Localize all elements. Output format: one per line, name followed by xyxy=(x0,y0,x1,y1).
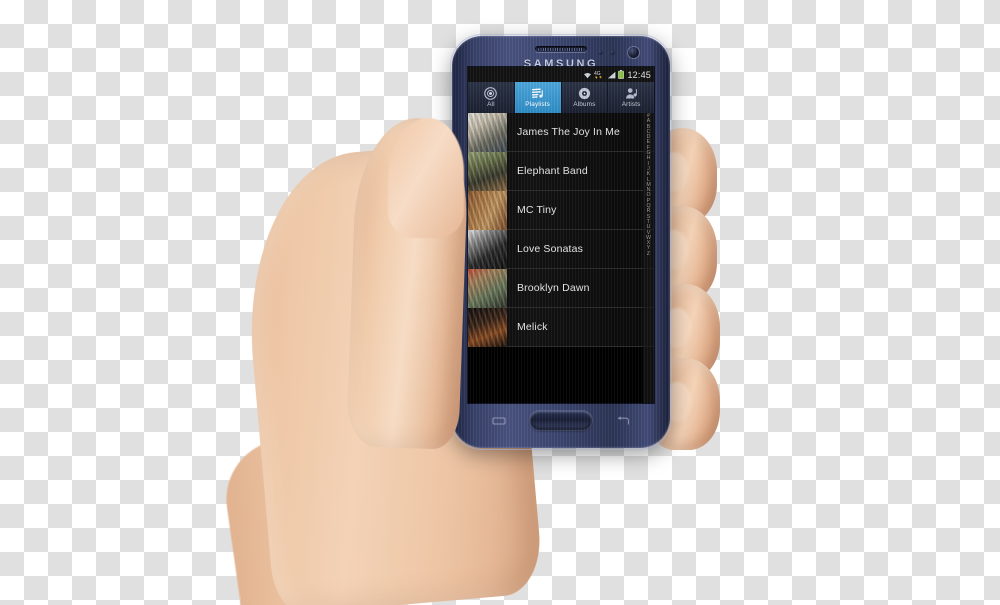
artist-icon xyxy=(625,87,638,100)
album-art-thumbnail xyxy=(468,190,507,230)
list-item-title: Brooklyn Dawn xyxy=(517,282,590,294)
index-letter[interactable]: Z xyxy=(647,251,650,257)
scene: SAMSUNG 4G 12:45 All Playlists Albums Ar… xyxy=(0,0,1000,605)
album-art-thumbnail xyxy=(468,229,507,269)
disc-icon xyxy=(484,87,498,100)
alphabet-index-scrubber[interactable]: # A B C D E F G H I J K L M N O P Q R S T U V W X Y Z xyxy=(643,113,654,403)
thumb-tip xyxy=(388,118,464,238)
list-item[interactable]: Melick xyxy=(468,307,654,347)
list-item[interactable]: Love Sonatas xyxy=(468,229,654,269)
front-camera-icon xyxy=(628,47,639,58)
light-sensor-icon xyxy=(610,50,615,55)
album-art-thumbnail xyxy=(468,268,507,308)
tab-bar: All Playlists Albums Artists xyxy=(468,82,654,113)
menu-key[interactable] xyxy=(492,413,506,425)
tab-all-label: All xyxy=(487,101,495,108)
battery-icon xyxy=(618,70,625,79)
album-art-thumbnail xyxy=(468,151,507,191)
signal-bars-icon xyxy=(607,71,616,79)
tab-playlists-label: Playlists xyxy=(525,101,550,108)
svg-text:4G: 4G xyxy=(594,71,601,77)
list-item[interactable]: MC Tiny xyxy=(468,190,654,230)
back-key[interactable] xyxy=(616,413,630,425)
list-item-title: Melick xyxy=(517,321,548,333)
tab-artists[interactable]: Artists xyxy=(608,82,654,113)
tab-all[interactable]: All xyxy=(468,82,515,113)
playlist-icon xyxy=(531,87,544,100)
list-item[interactable]: James The Joy In Me xyxy=(468,112,654,152)
list-item-title: MC Tiny xyxy=(517,204,557,216)
playlist-list[interactable]: James The Joy In Me Elephant Band MC Tin… xyxy=(468,112,654,403)
list-item-title: James The Joy In Me xyxy=(517,126,621,138)
tab-playlists[interactable]: Playlists xyxy=(514,82,562,113)
earpiece-speaker-icon xyxy=(535,46,587,52)
proximity-sensor-icon xyxy=(598,50,603,55)
list-item[interactable]: Elephant Band xyxy=(468,151,654,191)
list-item[interactable]: Brooklyn Dawn xyxy=(468,268,654,308)
album-disc-icon xyxy=(578,87,591,100)
4g-lte-icon: 4G xyxy=(594,70,604,79)
list-item-title: Elephant Band xyxy=(517,165,588,177)
tab-albums-label: Albums xyxy=(573,101,596,108)
status-bar-clock: 12:45 xyxy=(627,69,651,80)
phone-screen: 4G 12:45 All Playlists Albums Artists Ja… xyxy=(468,67,654,403)
album-art-thumbnail xyxy=(468,307,507,347)
tab-albums[interactable]: Albums xyxy=(561,82,609,113)
tab-artists-label: Artists xyxy=(621,101,641,108)
album-art-thumbnail xyxy=(468,112,507,152)
home-button[interactable] xyxy=(530,411,592,430)
wifi-icon xyxy=(583,71,592,79)
list-item-title: Love Sonatas xyxy=(517,243,584,255)
status-bar: 4G 12:45 xyxy=(468,67,654,82)
smartphone-device: SAMSUNG 4G 12:45 All Playlists Albums Ar… xyxy=(452,36,670,448)
status-icons: 4G xyxy=(583,70,625,79)
